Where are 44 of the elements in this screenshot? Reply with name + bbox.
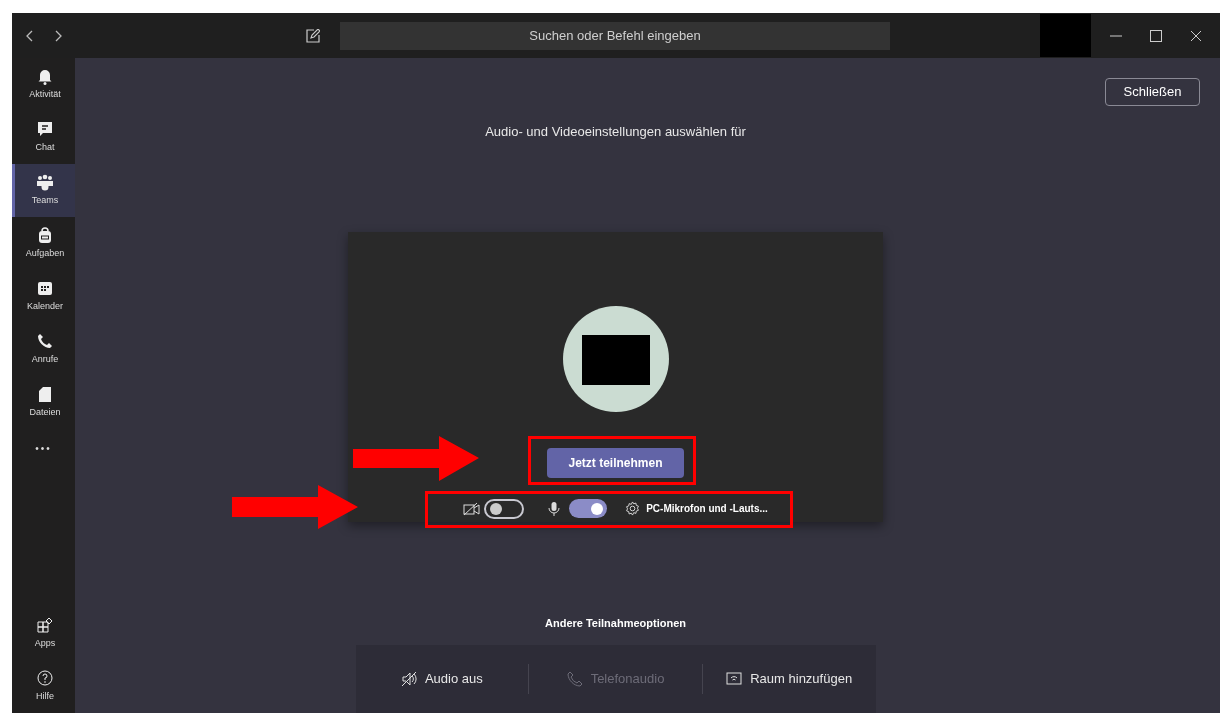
compose-icon[interactable] [306,28,320,43]
phone-icon [566,671,583,688]
heading: Audio- und Videoeinstellungen auswählen für [485,123,746,142]
forward-icon[interactable] [53,29,62,42]
sidebar-item[interactable]: Teams [12,164,75,217]
chat-icon [37,120,53,138]
backpack-icon [37,226,53,244]
sidebar-item[interactable]: Chat [12,111,75,164]
microphone-icon [548,500,561,517]
option-button[interactable]: Audio aus [355,669,529,689]
sidebar-item[interactable]: Anrufe [12,323,75,376]
redaction-block [1040,14,1091,57]
people-icon [37,173,53,191]
maximize-icon[interactable] [1150,29,1162,42]
search-field[interactable]: Suchen oder Befehl eingeben [340,21,890,50]
apps-icon [37,616,53,634]
option-button[interactable]: Raum hinzufügen [702,669,876,689]
sidebar-item[interactable]: Apps [12,607,75,660]
arrow-icon [353,436,479,481]
sidebar-item[interactable]: Aufgaben [12,217,75,270]
help-icon [37,669,53,687]
sidebar-item[interactable]: Hilfe [12,660,75,713]
speaker-off-icon [400,671,417,688]
phone-icon [37,332,53,350]
microphone-toggle[interactable] [569,499,608,519]
sidebar-item[interactable]: Aktivität [12,58,75,111]
calendar-icon [37,279,53,297]
close-icon[interactable] [1190,29,1202,42]
device-label[interactable]: PC-Mikrofon und -Lauts... [646,501,768,517]
settings-icon[interactable] [625,501,641,517]
back-icon[interactable] [25,29,34,42]
camera-off-icon [463,501,481,516]
redaction-block [581,334,650,385]
close-button[interactable]: Schließen [1105,78,1200,107]
join-button[interactable]: Jetzt teilnehmen [547,447,684,478]
screen-icon [726,671,743,688]
more-button[interactable]: ••• [12,441,75,456]
sidebar-item[interactable]: Kalender [12,270,75,323]
bell-icon [37,67,53,85]
camera-toggle[interactable] [484,498,525,519]
section-title: Andere Teilnahmeoptionen [545,615,686,631]
sidebar-item[interactable]: Dateien [12,376,75,429]
file-icon [37,385,53,403]
arrow-icon [232,485,358,529]
